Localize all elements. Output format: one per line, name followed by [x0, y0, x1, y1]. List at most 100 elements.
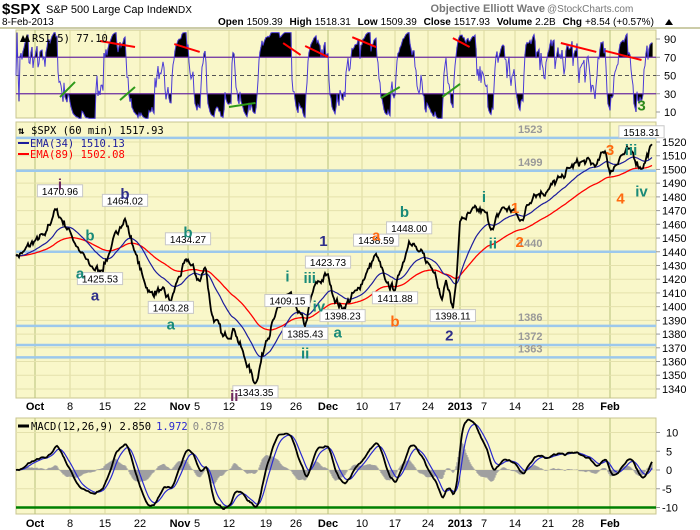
price-callout: 1398.11	[435, 312, 471, 323]
x-tick-label: 28	[572, 401, 584, 413]
x-tick-label: 22	[134, 401, 146, 413]
price-tick-label: 1380	[662, 329, 686, 341]
chart-header: $SPX S&P 500 Large Cap Index INDX Object…	[0, 1, 700, 29]
chart-date: 8-Feb-2013	[2, 17, 54, 28]
symbol-name: S&P 500 Large Cap Index	[46, 4, 174, 16]
wave-label: b	[183, 225, 192, 242]
wave-label: b	[390, 314, 399, 331]
wave-label: i	[285, 268, 289, 285]
x-tick-label: 26	[290, 401, 302, 413]
macd-legend: MACD(12,26,9) 2.850 1.972 0.878	[18, 421, 224, 433]
x-tick-label: 26	[290, 518, 302, 530]
price-tick-label: 1430	[662, 260, 686, 272]
wave-label: 3	[606, 142, 614, 159]
x-tick-label: 22	[134, 518, 146, 530]
rsi-legend-label: RSI(5) 77.10	[32, 33, 108, 45]
exchange: INDX	[168, 5, 192, 16]
macd-tick-label: -5	[662, 484, 672, 496]
x-tick-label: 12	[223, 518, 235, 530]
triangle-up-icon	[665, 19, 673, 25]
x-tick-label: 24	[422, 518, 434, 530]
x-tick-label: 7	[481, 401, 487, 413]
wave-label: iv	[313, 299, 326, 316]
price-tick-label: 1390	[662, 315, 686, 327]
x-tick-label: 17	[389, 518, 401, 530]
wave-label: a	[167, 316, 176, 333]
x-tick-label: 7	[481, 518, 487, 530]
x-tick-label: 15	[99, 518, 111, 530]
wave-label: a	[91, 288, 100, 305]
wave-label: 1	[319, 233, 327, 250]
level-label: 1363	[518, 343, 542, 355]
wave-label: iii	[625, 142, 638, 159]
wave-label: ii	[489, 236, 497, 253]
wave-label: 2	[445, 327, 453, 344]
price-tick-label: 1500	[662, 164, 686, 176]
x-tick-label: 19	[260, 518, 272, 530]
x-tick-label: 21	[542, 518, 554, 530]
stock-chart: $SPX S&P 500 Large Cap Index INDX Object…	[0, 1, 700, 530]
rsi-tick-label: 10	[664, 107, 676, 119]
rsi-legend: RSI(5) 77.10	[20, 33, 108, 45]
price-callout: 1425.53	[82, 275, 119, 286]
wave-label: 1	[511, 200, 519, 217]
macd-tick-label: -10	[662, 503, 678, 515]
brand: Objective Elliott Wave	[430, 3, 545, 15]
price-tick-label: 1450	[662, 233, 686, 245]
rsi-tick-label: 50	[664, 71, 676, 83]
price-callout: 1518.31	[623, 128, 660, 139]
price-tick-label: 1370	[662, 343, 686, 355]
price-callout: 1403.28	[153, 303, 190, 314]
price-callout: 1411.88	[377, 294, 413, 305]
x-tick-label: 28	[572, 518, 584, 530]
wave-label: 3	[637, 98, 645, 115]
x-tick-label: 8	[67, 518, 73, 530]
price-tick-label: 1400	[662, 302, 686, 314]
level-label: 1372	[518, 331, 542, 343]
price-tick-label: 1480	[662, 192, 686, 204]
price-tick-label: 1420	[662, 274, 686, 286]
wave-label: ii	[301, 345, 309, 362]
x-tick-label: 10	[356, 518, 368, 530]
wave-label: b	[120, 186, 129, 203]
x-tick-label: Feb	[600, 518, 620, 530]
price-callout: 1409.15	[269, 297, 306, 308]
ema89-legend: EMA(89) 1502.08	[30, 149, 125, 161]
wave-label: b	[400, 204, 409, 221]
wave-label: i	[482, 189, 486, 206]
price-legend-title: $SPX (60 min) 1517.93	[31, 125, 164, 137]
rsi-tick-label: 30	[664, 89, 676, 101]
macd-legend-label: MACD(12,26,9) 2.850 1.972 0.878	[31, 421, 224, 433]
x-tick-label: 5	[194, 518, 200, 530]
wave-label: i	[58, 177, 62, 194]
wave-label: a	[334, 325, 343, 342]
level-label: 1499	[518, 157, 542, 169]
price-tick-label: 1350	[662, 370, 686, 382]
price-tick-label: 1520	[662, 137, 686, 149]
x-tick-label: 8	[67, 401, 73, 413]
macd-tick-label: 5	[666, 446, 672, 458]
x-tick-label: 19	[260, 401, 272, 413]
x-tick-label: 2013	[448, 401, 472, 413]
price-tick-label: 1440	[662, 247, 686, 259]
wave-label: iv	[635, 183, 648, 200]
price-tick-label: 1490	[662, 178, 686, 190]
x-tick-label: Dec	[318, 518, 338, 530]
price-tick-label: 1460	[662, 219, 686, 231]
arrows-icon: ⇅	[17, 125, 25, 137]
price-callout: 1385.43	[287, 329, 324, 340]
level-label: 1523	[518, 124, 542, 136]
x-tick-label: Oct	[26, 518, 45, 530]
wave-label: a	[372, 227, 381, 244]
rsi-tick-label: 90	[664, 34, 676, 46]
wave-label: iii	[303, 270, 316, 287]
price-callout: 1343.35	[237, 388, 274, 399]
price-tick-label: 1340	[662, 384, 686, 396]
source: @StockCharts.com	[547, 4, 633, 15]
macd-tick-label: 10	[666, 428, 678, 440]
x-tick-label: 14	[509, 401, 521, 413]
x-tick-label: 10	[356, 401, 368, 413]
wave-label: 4	[616, 190, 625, 207]
x-tick-label: Dec	[318, 401, 338, 413]
macd-tick-label: 0	[666, 465, 672, 477]
